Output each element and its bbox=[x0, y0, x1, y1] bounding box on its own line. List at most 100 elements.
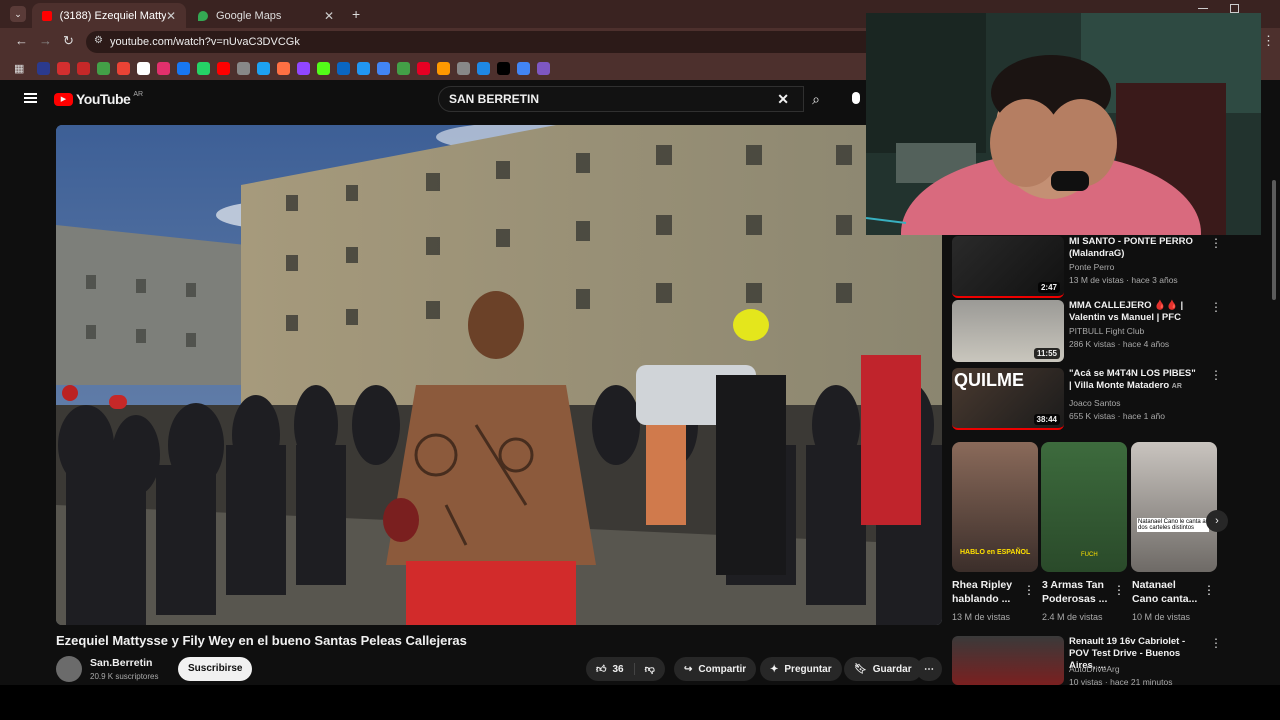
next-shorts-button[interactable]: › bbox=[1206, 510, 1228, 532]
search-button[interactable]: ⌕ bbox=[802, 86, 830, 112]
video-title[interactable]: "Acá se M4T4N LOS PIBES" | Villa Monte M… bbox=[1069, 368, 1199, 393]
back-icon[interactable]: ← bbox=[15, 33, 28, 48]
like-button[interactable]: 👍︎ 36 bbox=[586, 663, 635, 675]
new-tab-button[interactable]: + bbox=[352, 6, 360, 22]
video-player[interactable] bbox=[56, 125, 942, 625]
bookmark-favicon-icon[interactable] bbox=[517, 61, 531, 75]
bookmark-favicon-icon[interactable] bbox=[397, 61, 411, 75]
bookmark-favicon-icon[interactable] bbox=[477, 61, 491, 75]
bookmark-favicon-icon[interactable] bbox=[297, 61, 311, 75]
ask-button[interactable]: ✦ Preguntar bbox=[760, 657, 842, 681]
sparkle-icon: ✦ bbox=[770, 663, 779, 675]
channel-name[interactable]: San.Berretin bbox=[90, 657, 152, 669]
bookmark-favicon-icon[interactable] bbox=[217, 61, 231, 75]
hamburger-menu-icon[interactable] bbox=[24, 93, 37, 103]
video-duration: 2:47 bbox=[1037, 282, 1060, 293]
bookmark-favicon-icon[interactable] bbox=[317, 61, 331, 75]
short-views: 10 M de vistas bbox=[1132, 612, 1191, 622]
bookmark-favicon-icon[interactable] bbox=[117, 61, 131, 75]
tab-youtube[interactable]: (3188) Ezequiel Mattysse y Fily ✕ bbox=[32, 3, 186, 28]
bookmark-favicon-icon[interactable] bbox=[497, 61, 511, 75]
subscribe-button[interactable]: Suscribirse bbox=[178, 657, 253, 681]
channel-name[interactable]: PITBULL Fight Club bbox=[1069, 326, 1144, 336]
bookmark-favicon-icon[interactable] bbox=[257, 61, 271, 75]
channel-name[interactable]: Ponte Perro bbox=[1069, 262, 1114, 272]
youtube-play-icon: ▶ bbox=[54, 92, 73, 106]
bottom-letterbox bbox=[0, 685, 1280, 720]
more-actions-button[interactable]: ⋯ bbox=[916, 657, 942, 681]
forward-icon[interactable]: → bbox=[39, 33, 52, 48]
more-options-icon[interactable]: ⋮ bbox=[1113, 583, 1125, 597]
bookmark-favicon-icon[interactable] bbox=[437, 61, 451, 75]
bookmark-favicon-icon[interactable] bbox=[417, 61, 431, 75]
tab-list-dropdown-button[interactable]: ⌄ bbox=[10, 6, 26, 22]
video-thumbnail[interactable]: QUILME 38:44 bbox=[952, 368, 1064, 430]
menu-dots-icon[interactable]: ⋮ bbox=[1262, 33, 1275, 49]
youtube-logo[interactable]: ▶ YouTube AR bbox=[54, 91, 143, 107]
short-thumbnail[interactable]: FUCH bbox=[1041, 442, 1127, 572]
short-thumbnail[interactable]: Natanael Cano le canta a dos carteles di… bbox=[1131, 442, 1217, 572]
more-options-icon[interactable]: ⋮ bbox=[1203, 583, 1215, 597]
video-thumbnail[interactable]: 11:55 bbox=[952, 300, 1064, 362]
more-options-icon[interactable]: ⋮ bbox=[1210, 236, 1222, 250]
dislike-button[interactable]: 👎︎ bbox=[635, 663, 665, 675]
video-title[interactable]: MMA CALLEJERO 🩸🩸 | Valentin vs Manuel | … bbox=[1069, 300, 1199, 324]
video-thumbnail[interactable] bbox=[952, 636, 1064, 685]
bookmark-favicon-icon[interactable] bbox=[157, 61, 171, 75]
more-options-icon[interactable]: ⋮ bbox=[1210, 300, 1222, 314]
bookmark-favicon-icon[interactable] bbox=[537, 61, 551, 75]
bookmark-favicon-icon[interactable] bbox=[77, 61, 91, 75]
bookmark-favicon-icon[interactable] bbox=[197, 61, 211, 75]
bookmark-favicon-icon[interactable] bbox=[277, 61, 291, 75]
tab-google-maps[interactable]: Google Maps ✕ bbox=[188, 3, 344, 28]
channel-name[interactable]: AutoDriveArg bbox=[1069, 664, 1120, 674]
save-button[interactable]: 🔖︎ Guardar bbox=[844, 657, 922, 681]
more-options-icon[interactable]: ⋮ bbox=[1210, 636, 1222, 650]
webcam-overlay bbox=[866, 13, 1261, 235]
short-caption: HABLO en ESPAÑOL bbox=[960, 549, 1031, 556]
share-button[interactable]: ↪ Compartir bbox=[674, 657, 757, 681]
bookmark-favicon-icon[interactable] bbox=[337, 61, 351, 75]
bookmark-favicon-icon[interactable] bbox=[177, 61, 191, 75]
tab-title: Google Maps bbox=[216, 9, 282, 22]
short-thumbnail[interactable]: HABLO en ESPAÑOL bbox=[952, 442, 1038, 572]
bookmark-favicon-icon[interactable] bbox=[57, 61, 71, 75]
address-bar[interactable]: ⚙ youtube.com/watch?v=nUvaC3DVCGk bbox=[86, 31, 886, 53]
related-video-card[interactable]: 2:47 MI SANTO - PONTE PERRO (MalandraG) … bbox=[952, 236, 1272, 298]
close-tab-icon[interactable]: ✕ bbox=[324, 9, 334, 23]
channel-avatar[interactable] bbox=[56, 656, 82, 682]
related-video-card[interactable]: Renault 19 16v Cabriolet - POV Test Driv… bbox=[952, 636, 1272, 687]
close-tab-icon[interactable]: ✕ bbox=[166, 9, 176, 23]
channel-name[interactable]: Joaco Santos bbox=[1069, 398, 1121, 408]
minimize-icon[interactable] bbox=[1198, 8, 1208, 9]
reload-icon[interactable]: ↻ bbox=[63, 33, 74, 49]
more-horiz-icon: ⋯ bbox=[924, 663, 934, 675]
bookmark-favicon-icon[interactable] bbox=[97, 61, 111, 75]
site-info-icon[interactable]: ⚙ bbox=[94, 35, 103, 46]
bookmark-favicon-icon[interactable] bbox=[377, 61, 391, 75]
bookmark-favicon-icon[interactable] bbox=[237, 61, 251, 75]
short-title[interactable]: 3 Armas Tan Poderosas ... bbox=[1042, 578, 1112, 606]
clear-search-icon[interactable]: ✕ bbox=[777, 91, 789, 108]
related-video-card[interactable]: QUILME 38:44 "Acá se M4T4N LOS PIBES" | … bbox=[952, 368, 1272, 430]
bookmark-favicon-icon[interactable] bbox=[37, 61, 51, 75]
related-video-card[interactable]: 11:55 MMA CALLEJERO 🩸🩸 | Valentin vs Man… bbox=[952, 300, 1272, 362]
video-meta: 13 M de vistas · hace 3 años bbox=[1069, 275, 1178, 285]
short-title[interactable]: Rhea Ripley hablando ... bbox=[952, 578, 1022, 606]
save-label: Guardar bbox=[872, 663, 912, 675]
bookmark-favicon-icon[interactable] bbox=[357, 61, 371, 75]
like-count: 36 bbox=[612, 663, 624, 675]
page-scrollbar[interactable] bbox=[1272, 180, 1276, 300]
video-title[interactable]: MI SANTO - PONTE PERRO (MalandraG) bbox=[1069, 236, 1199, 260]
bookmark-favicon-icon[interactable] bbox=[457, 61, 471, 75]
more-options-icon[interactable]: ⋮ bbox=[1210, 368, 1222, 382]
short-title[interactable]: Natanael Cano canta... bbox=[1132, 578, 1202, 606]
bookmark-favicon-icon[interactable] bbox=[137, 61, 151, 75]
more-options-icon[interactable]: ⋮ bbox=[1023, 583, 1035, 597]
video-thumbnail[interactable]: 2:47 bbox=[952, 236, 1064, 298]
apps-grid-icon[interactable]: ▦ bbox=[14, 62, 24, 75]
search-input[interactable]: SAN BERRETIN ✕ bbox=[438, 86, 804, 112]
microphone-icon[interactable] bbox=[852, 92, 860, 104]
subscriber-count: 20.9 K suscriptores bbox=[90, 672, 159, 681]
maximize-icon[interactable] bbox=[1230, 4, 1239, 13]
